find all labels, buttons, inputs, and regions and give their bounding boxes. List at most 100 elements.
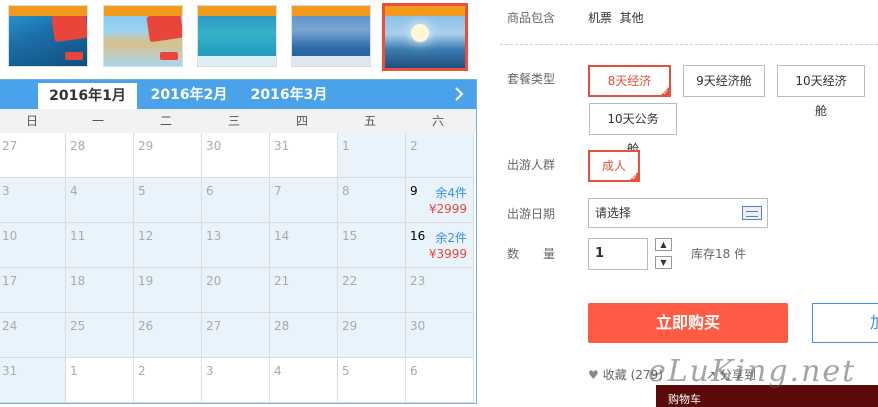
thumbnail-banner: [292, 6, 370, 16]
booking-calendar: 2016年1月 2016年2月 2016年3月 日一二三四五六 27 28 29 30…: [0, 79, 477, 404]
day-number: 18: [70, 274, 86, 288]
tab-month-3[interactable]: 2016年3月: [240, 80, 338, 109]
day-number: 30: [206, 139, 222, 153]
qty-decrease-icon[interactable]: ▼: [655, 256, 672, 269]
day-number: 17: [2, 274, 18, 288]
day-price: ¥2999: [428, 202, 467, 216]
calendar-day-available[interactable]: 9 余4件 ¥2999: [406, 178, 474, 223]
divider: [500, 44, 878, 45]
calendar-day: 27: [202, 313, 270, 358]
calendar-day: 4: [66, 178, 134, 223]
sun-image: [411, 24, 429, 42]
day-number: 8: [342, 184, 350, 198]
date-label: 出游日期: [507, 207, 556, 221]
package-option-2[interactable]: 9天经济舱: [683, 65, 765, 97]
calendar-day: 10: [0, 223, 66, 268]
heart-icon: ♥: [588, 368, 599, 382]
day-number: 11: [70, 229, 86, 243]
calendar-day: 13: [202, 223, 270, 268]
day-number: 7: [274, 184, 282, 198]
chevron-right-icon[interactable]: [452, 86, 466, 102]
calendar-day: 15: [338, 223, 406, 268]
day-number: 22: [342, 274, 358, 288]
promo-badge: [51, 11, 87, 43]
date-picker-input[interactable]: 请选择: [588, 198, 768, 228]
day-number: 29: [342, 319, 358, 333]
package-option-label: 10天经济舱: [795, 74, 847, 118]
calendar-day-available[interactable]: 16 余2件 ¥3999: [406, 223, 474, 268]
package-option-4[interactable]: 10天公务舱: [589, 103, 677, 156]
day-number: 26: [138, 319, 154, 333]
tab-month-2[interactable]: 2016年2月: [140, 80, 238, 109]
calendar-day: 1: [66, 358, 134, 403]
day-number: 2: [410, 139, 418, 153]
weekday-label: 六: [431, 114, 444, 128]
thumbnail-caption: [292, 56, 370, 66]
watermark: eLuKing.net: [648, 354, 857, 389]
weekday-label: 四: [295, 114, 308, 128]
thumbnail-1[interactable]: [8, 5, 88, 67]
calendar-day: 14: [270, 223, 338, 268]
day-number: 13: [206, 229, 222, 243]
check-icon: ✓: [631, 173, 638, 182]
day-number: 15: [342, 229, 358, 243]
day-number: 27: [206, 319, 222, 333]
add-to-cart-button[interactable]: 加: [812, 303, 878, 343]
calendar-day: 4: [270, 358, 338, 403]
group-option-label: 成人: [602, 159, 627, 173]
day-number: 28: [70, 139, 86, 153]
calendar-day: 29: [134, 133, 202, 178]
day-price: ¥3999: [428, 247, 467, 261]
package-option-label: 9天经济舱: [696, 74, 752, 88]
day-number: 3: [206, 364, 214, 378]
thumbnail-caption: [198, 56, 276, 66]
thumbnail-banner: [385, 6, 465, 16]
thumbnail-5-selected[interactable]: [382, 3, 468, 71]
quantity-input[interactable]: 1: [588, 238, 648, 270]
check-icon: ✓: [662, 88, 669, 97]
calendar-day: 6: [406, 358, 474, 403]
package-option-1[interactable]: 8天经济舱 ✓: [588, 65, 671, 116]
group-option-adult[interactable]: 成人 ✓: [588, 150, 640, 182]
day-number: 21: [274, 274, 290, 288]
chevron-right-svg: [455, 87, 464, 101]
day-number: 1: [342, 139, 350, 153]
calendar-day: 2: [134, 358, 202, 403]
calendar-day: 25: [66, 313, 134, 358]
promo-badge: [146, 11, 182, 43]
calendar-icon[interactable]: [742, 206, 762, 220]
calendar-day: 5: [338, 358, 406, 403]
weekday-label: 一: [91, 114, 104, 128]
stock-left: 余2件: [435, 231, 467, 245]
day-number: 19: [138, 274, 154, 288]
calendar-day: 18: [66, 268, 134, 313]
calendar-day: 21: [270, 268, 338, 313]
stock-text: 库存18 件: [691, 247, 747, 261]
weekday-label: 三: [227, 114, 240, 128]
calendar-day: 30: [406, 313, 474, 358]
calendar-day: 3: [0, 178, 66, 223]
thumbnail-banner: [9, 6, 87, 16]
calendar-day: 28: [66, 133, 134, 178]
thumbnail-4[interactable]: [291, 5, 371, 67]
thumbnail-3[interactable]: [197, 5, 277, 67]
qty-increase-icon[interactable]: ▲: [655, 238, 672, 251]
day-number: 5: [138, 184, 146, 198]
favorite-label: 收藏: [602, 368, 627, 382]
day-number: 31: [274, 139, 290, 153]
calendar-grid: 27 28 29 30 31 1 2 3 4 5 6 7 8 9 余4件 ¥2999 10 11 12 13 14 15 1…: [0, 133, 476, 404]
includes-value: 机票 其他: [588, 11, 644, 25]
calendar-day: 20: [202, 268, 270, 313]
weekday-label: 二: [159, 114, 172, 128]
tab-month-1[interactable]: 2016年1月: [38, 83, 137, 109]
date-placeholder: 请选择: [595, 206, 632, 220]
calendar-day: 2: [406, 133, 474, 178]
day-number: 6: [206, 184, 214, 198]
day-number: 27: [2, 139, 18, 153]
package-option-3[interactable]: 10天经济舱: [777, 65, 865, 118]
buy-now-button[interactable]: 立即购买: [588, 303, 788, 343]
calendar-day: 17: [0, 268, 66, 313]
calendar-day: 26: [134, 313, 202, 358]
day-number: 25: [70, 319, 86, 333]
thumbnail-2[interactable]: [103, 5, 183, 67]
